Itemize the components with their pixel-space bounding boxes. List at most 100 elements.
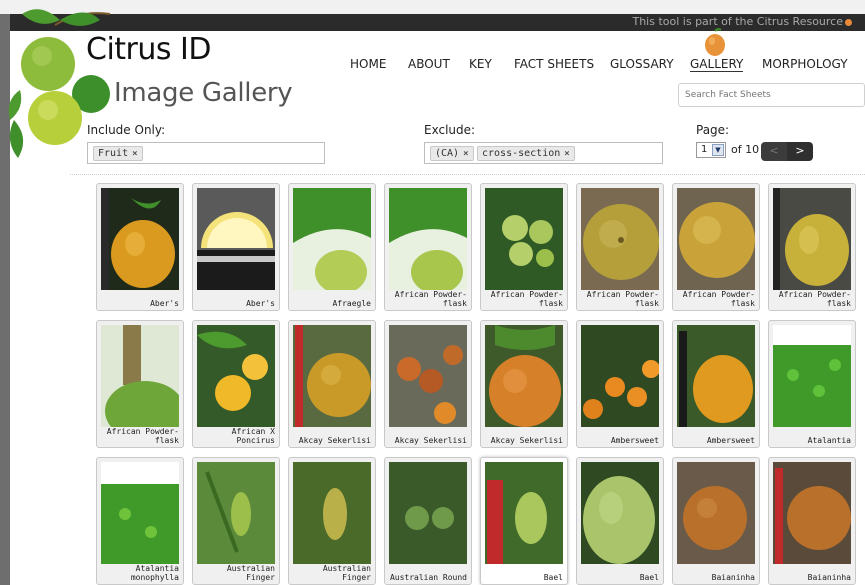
- fruit-photo: [293, 462, 371, 564]
- fruit-photo: [581, 188, 659, 290]
- fruit-photo: [389, 462, 467, 564]
- gallery-item[interactable]: Baianinha: [672, 457, 760, 585]
- nav-about[interactable]: ABOUT: [408, 57, 450, 71]
- gallery-caption: African Powder-flask: [106, 427, 179, 445]
- fruit-photo: [389, 188, 467, 290]
- top-bar: This tool is part of the Citrus Resource: [10, 14, 865, 31]
- gallery-caption: Atalantia monophylla: [130, 564, 179, 582]
- exclude-label: Exclude:: [424, 123, 476, 137]
- topbar-text[interactable]: This tool is part of the Citrus Resource: [632, 15, 843, 28]
- nav-fact-sheets[interactable]: FACT SHEETS: [514, 57, 594, 71]
- gallery-caption: Baianinha: [711, 573, 755, 582]
- gallery-item[interactable]: Australian Finger: [192, 457, 280, 585]
- fruit-photo: [389, 325, 467, 427]
- fruit-photo: [677, 188, 755, 290]
- fruit-photo: [485, 462, 563, 564]
- fruit-photo: [581, 462, 659, 564]
- gallery-caption: African Powder-flask: [394, 290, 467, 308]
- exclude-chip[interactable]: (CA) ×: [430, 146, 474, 161]
- fruit-photo: [197, 325, 275, 427]
- nav-home[interactable]: HOME: [350, 57, 386, 71]
- gallery-item[interactable]: Atalantia monophylla: [96, 457, 184, 585]
- gallery-caption: African Powder-flask: [778, 290, 851, 308]
- gallery-item[interactable]: Bael: [576, 457, 664, 585]
- gallery-item[interactable]: Baianinha: [768, 457, 856, 585]
- gallery-item[interactable]: Ambersweet: [576, 320, 664, 448]
- fruit-photo: [581, 325, 659, 427]
- gallery-item[interactable]: Australian Finger: [288, 457, 376, 585]
- gallery-item[interactable]: African X Poncirus: [192, 320, 280, 448]
- fruit-photo: [485, 325, 563, 427]
- gallery-caption: Ambersweet: [610, 436, 659, 445]
- next-page-button[interactable]: >: [787, 142, 813, 161]
- gallery-caption: Aber's: [246, 299, 275, 308]
- gallery-item[interactable]: African Powder-flask: [672, 183, 760, 311]
- fruit-photo: [773, 325, 851, 427]
- fruit-photo: [101, 325, 179, 427]
- gallery-caption: Australian Round: [389, 573, 467, 582]
- gallery-item[interactable]: Aber's: [96, 183, 184, 311]
- remove-chip-icon[interactable]: ×: [132, 149, 137, 159]
- include-chip[interactable]: Fruit ×: [93, 146, 143, 161]
- page-select[interactable]: 1 ▼: [696, 142, 726, 158]
- page-select-value: 1: [701, 144, 708, 155]
- fruit-photo: [197, 188, 275, 290]
- fruit-photo: [197, 462, 275, 564]
- gallery-item[interactable]: African Powder-flask: [480, 183, 568, 311]
- gallery-item[interactable]: Akcay Sekerlisi: [288, 320, 376, 448]
- gallery-caption: Australian Finger: [226, 564, 275, 582]
- nav-morphology[interactable]: MORPHOLOGY: [762, 57, 848, 71]
- include-filter-field[interactable]: Fruit ×: [87, 142, 325, 164]
- gallery-caption: Aber's: [150, 299, 179, 308]
- gallery-item[interactable]: African Powder-flask: [384, 183, 472, 311]
- remove-chip-icon[interactable]: ×: [463, 149, 468, 159]
- divider: [70, 174, 865, 175]
- citrus-logo-icon: [8, 9, 111, 158]
- include-label: Include Only:: [87, 123, 166, 137]
- gallery-caption: Akcay Sekerlisi: [490, 436, 563, 445]
- gallery-caption: Australian Finger: [322, 564, 371, 582]
- gallery-caption: Baianinha: [807, 573, 851, 582]
- gallery-item[interactable]: African Powder-flask: [768, 183, 856, 311]
- gallery-item[interactable]: African Powder-flask: [576, 183, 664, 311]
- gallery-caption: Akcay Sekerlisi: [394, 436, 467, 445]
- exclude-chip-label: (CA): [435, 148, 460, 159]
- fruit-photo: [773, 188, 851, 290]
- nav-key[interactable]: KEY: [469, 57, 492, 71]
- exclude-chip-label: cross-section: [482, 148, 561, 159]
- page-label: Page:: [696, 123, 730, 137]
- fruit-photo: [293, 188, 371, 290]
- page-count: of 10: [731, 143, 760, 156]
- active-orange-icon: [705, 28, 725, 56]
- main-nav: HOME ABOUT KEY FACT SHEETS GLOSSARY GALL…: [0, 57, 865, 77]
- gallery-item[interactable]: African Powder-flask: [96, 320, 184, 448]
- gallery-item[interactable]: Ambersweet: [672, 320, 760, 448]
- nav-glossary[interactable]: GLOSSARY: [610, 57, 674, 71]
- gallery-item[interactable]: Akcay Sekerlisi: [384, 320, 472, 448]
- exclude-filter-field[interactable]: (CA) × cross-section ×: [424, 142, 663, 164]
- gallery-caption: African Powder-flask: [682, 290, 755, 308]
- fruit-photo: [485, 188, 563, 290]
- fruit-photo: [101, 188, 179, 290]
- gallery-caption: Atalantia: [807, 436, 851, 445]
- gallery-item[interactable]: Australian Round: [384, 457, 472, 585]
- gallery-item[interactable]: Aber's: [192, 183, 280, 311]
- exclude-chip[interactable]: cross-section ×: [477, 146, 575, 161]
- gallery-item[interactable]: Bael: [480, 457, 568, 585]
- gallery-item[interactable]: Akcay Sekerlisi: [480, 320, 568, 448]
- gallery-item[interactable]: Atalantia: [768, 320, 856, 448]
- gallery-caption: Afraegle: [332, 299, 371, 308]
- chevron-down-icon[interactable]: ▼: [712, 144, 724, 156]
- orange-dot-icon: [845, 19, 852, 26]
- prev-page-button[interactable]: <: [761, 142, 787, 161]
- gallery-item[interactable]: Afraegle: [288, 183, 376, 311]
- nav-gallery[interactable]: GALLERY: [690, 57, 744, 72]
- gallery-caption: Bael: [639, 573, 659, 582]
- include-chip-label: Fruit: [98, 148, 129, 159]
- remove-chip-icon[interactable]: ×: [564, 149, 569, 159]
- gallery-caption: Akcay Sekerlisi: [298, 436, 371, 445]
- fruit-photo: [677, 325, 755, 427]
- gallery-caption: African X Poncirus: [231, 427, 275, 445]
- fruit-photo: [677, 462, 755, 564]
- search-fact-sheets-input[interactable]: [678, 83, 865, 107]
